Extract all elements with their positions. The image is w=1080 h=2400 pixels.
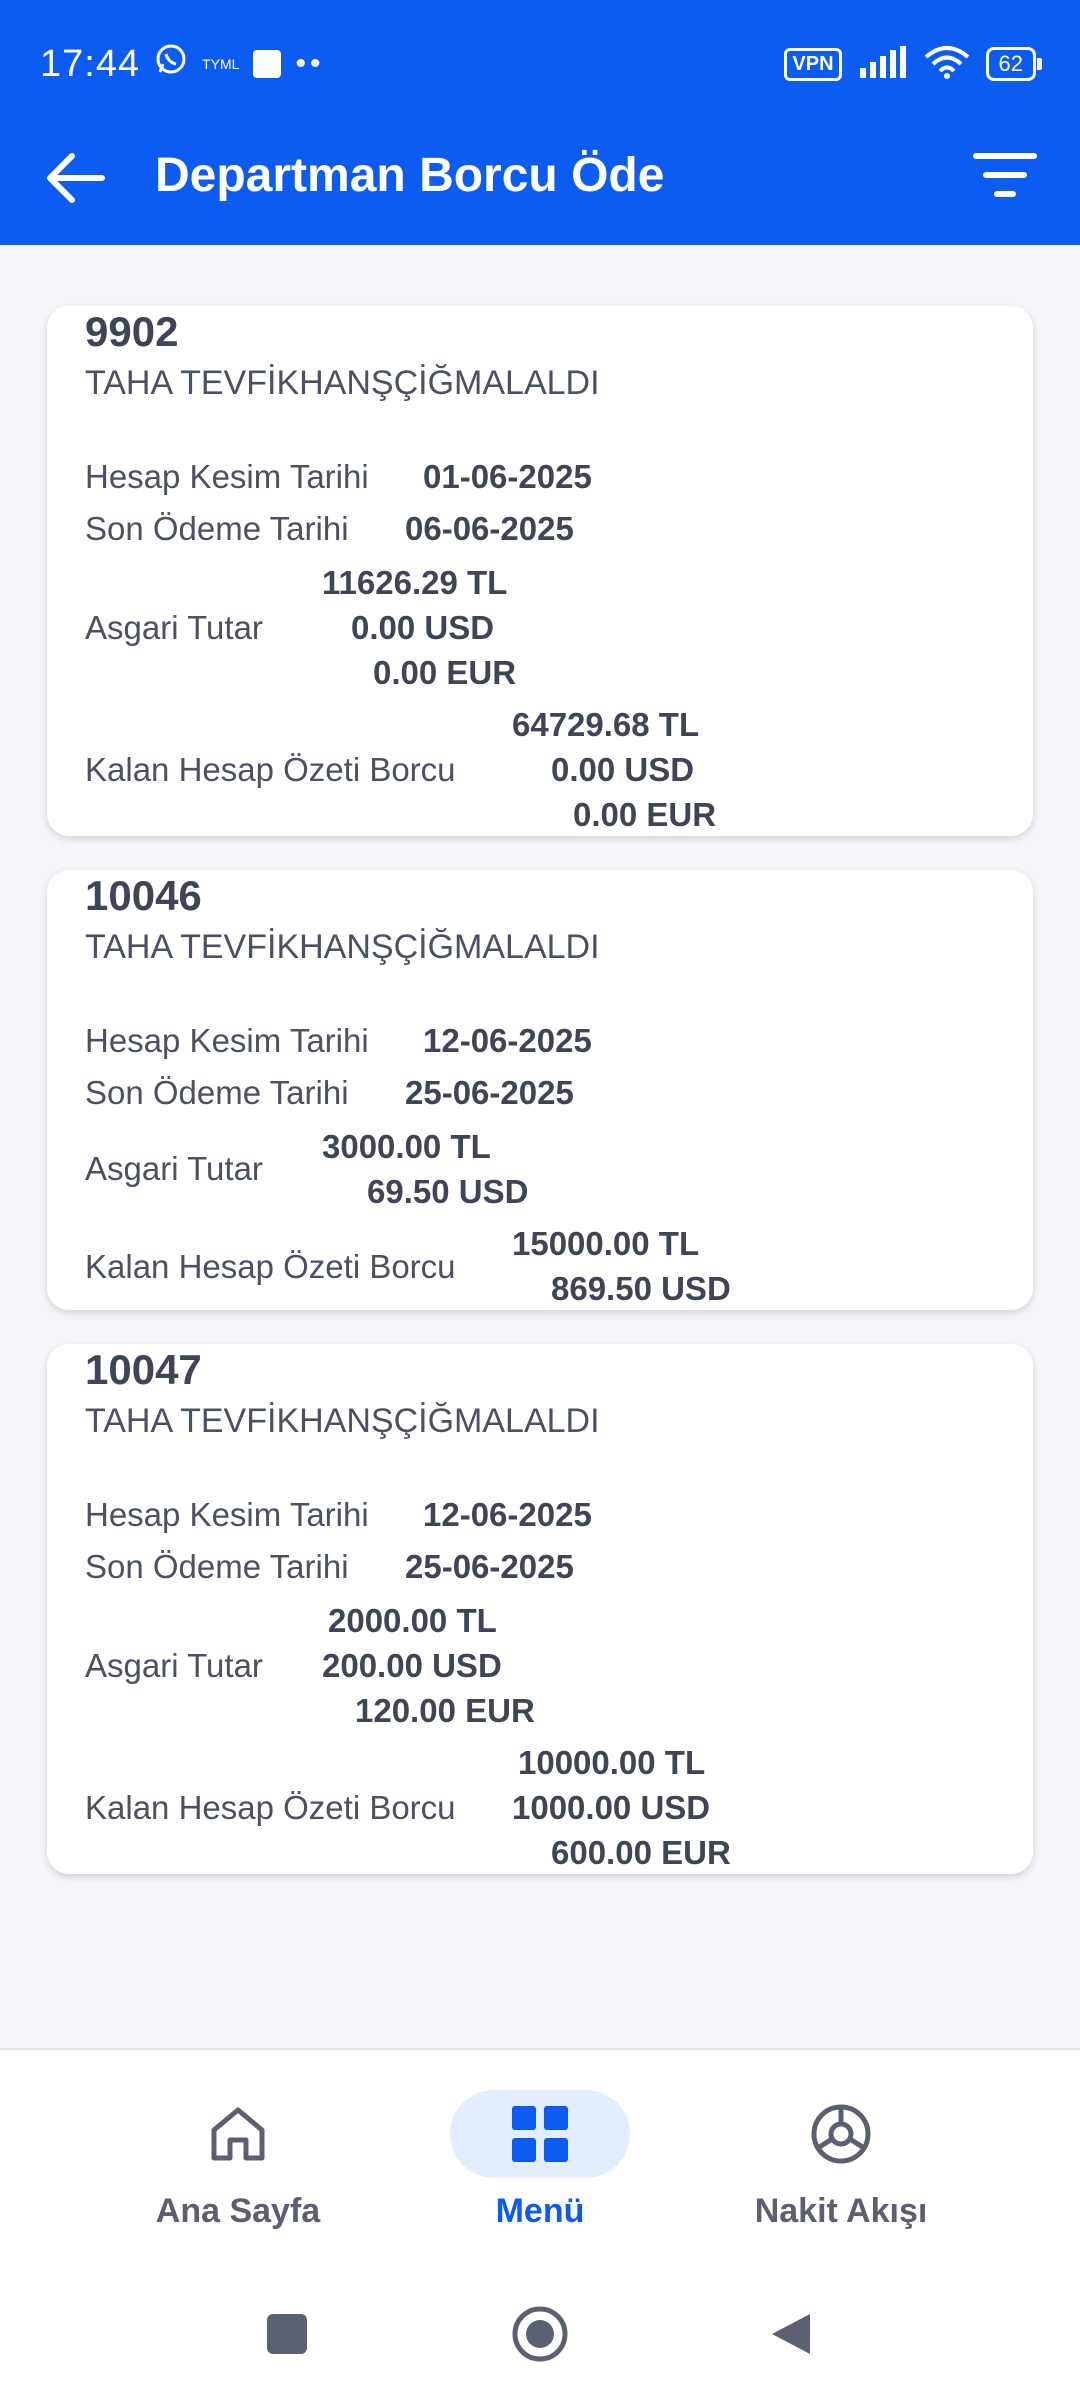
remaining-usd: 1000.00 USD [512, 1789, 711, 1826]
home-nav-icon[interactable] [512, 2306, 568, 2362]
wifi-icon [924, 45, 970, 84]
due-date-label: Son Ödeme Tarihi [85, 510, 349, 547]
card-id: 10046 [85, 872, 202, 919]
card-name: TAHA TEVFİKHANŞÇİĞMALALDI [85, 364, 600, 402]
nav-menu[interactable]: Menü [410, 2090, 670, 2270]
signal-icon [858, 45, 908, 83]
home-icon [211, 2107, 265, 2161]
minimum-usd: 0.00 USD [351, 609, 495, 646]
minimum-tl: 3000.00 TL [322, 1128, 491, 1165]
nav-label: Menü [495, 2192, 585, 2230]
remaining-eur: 600.00 EUR [551, 1834, 731, 1871]
due-date-label: Son Ödeme Tarihi [85, 1074, 349, 1111]
nav-home[interactable]: Ana Sayfa [108, 2090, 368, 2270]
minimum-label: Asgari Tutar [85, 1647, 263, 1684]
nav-icon-container [450, 2090, 630, 2178]
arrow-left-icon [47, 153, 105, 203]
minimum-eur: 0.00 EUR [373, 654, 517, 691]
statement-date-label: Hesap Kesim Tarihi [85, 458, 369, 495]
notification-square-icon [253, 50, 282, 78]
card-name: TAHA TEVFİKHANŞÇİĞMALALDI [85, 928, 600, 966]
minimum-label: Asgari Tutar [85, 609, 263, 646]
card-name: TAHA TEVFİKHANŞÇİĞMALALDI [85, 1402, 600, 1440]
system-nav-bar [0, 2280, 1080, 2390]
remaining-tl: 15000.00 TL [512, 1225, 700, 1262]
cash-flow-icon [811, 2104, 871, 2164]
page-title: Departman Borcu Öde [155, 149, 665, 202]
minimum-tl: 11626.29 TL [322, 564, 508, 601]
statement-date-value: 12-06-2025 [423, 1022, 592, 1059]
more-notifications-icon: •• [295, 47, 325, 80]
minimum-usd: 200.00 USD [322, 1647, 502, 1684]
status-time: 17:44 [40, 42, 141, 85]
remaining-label: Kalan Hesap Özeti Borcu [85, 1789, 456, 1826]
carrier-label: TYML [202, 56, 240, 72]
whatsapp-icon [154, 42, 188, 86]
due-date-value: 25-06-2025 [405, 1548, 574, 1585]
remaining-label: Kalan Hesap Özeti Borcu [85, 1248, 456, 1285]
due-date-value: 06-06-2025 [405, 510, 574, 547]
battery-icon: 62 [985, 47, 1043, 81]
card-id: 10047 [85, 1346, 202, 1393]
back-button[interactable] [40, 143, 110, 213]
remaining-tl: 64729.68 TL [512, 706, 700, 743]
status-bar-right: VPN 62 [784, 44, 1043, 84]
remaining-tl: 10000.00 TL [518, 1744, 706, 1781]
nav-icon-container [148, 2090, 328, 2178]
nav-label: Nakit Akışı [754, 2192, 928, 2230]
nav-icon-container [751, 2090, 931, 2178]
remaining-label: Kalan Hesap Özeti Borcu [85, 751, 456, 788]
remaining-eur: 0.00 EUR [573, 796, 717, 833]
nav-label: Ana Sayfa [155, 2192, 321, 2230]
minimum-tl: 2000.00 TL [328, 1602, 497, 1639]
app-bar: 17:44 TYML •• VPN 62 Departman Borcu Öde [0, 0, 1080, 245]
grid-icon [512, 2106, 568, 2162]
remaining-usd: 869.50 USD [551, 1270, 731, 1307]
statement-date-value: 01-06-2025 [423, 458, 592, 495]
minimum-label: Asgari Tutar [85, 1150, 263, 1187]
back-nav-icon[interactable] [772, 2314, 810, 2354]
minimum-usd: 69.50 USD [367, 1173, 529, 1210]
recents-icon[interactable] [267, 2314, 307, 2354]
statement-date-value: 12-06-2025 [423, 1496, 592, 1533]
debt-card[interactable]: 10046 TAHA TEVFİKHANŞÇİĞMALALDI Hesap Ke… [47, 870, 1033, 1310]
vpn-icon: VPN [784, 47, 842, 81]
remaining-usd: 0.00 USD [551, 751, 695, 788]
statement-date-label: Hesap Kesim Tarihi [85, 1496, 369, 1533]
filter-button[interactable] [970, 146, 1040, 206]
statement-date-label: Hesap Kesim Tarihi [85, 1022, 369, 1059]
card-id: 9902 [85, 308, 179, 355]
due-date-value: 25-06-2025 [405, 1074, 574, 1111]
debt-card[interactable]: 10047 TAHA TEVFİKHANŞÇİĞMALALDI Hesap Ke… [47, 1344, 1033, 1874]
status-bar-left: 17:44 TYML •• [40, 42, 325, 86]
debt-card[interactable]: 9902 TAHA TEVFİKHANŞÇİĞMALALDI Hesap Kes… [47, 306, 1033, 836]
minimum-eur: 120.00 EUR [355, 1692, 535, 1729]
nav-cash-flow[interactable]: Nakit Akışı [711, 2090, 971, 2270]
due-date-label: Son Ödeme Tarihi [85, 1548, 349, 1585]
filter-icon [973, 153, 1037, 197]
